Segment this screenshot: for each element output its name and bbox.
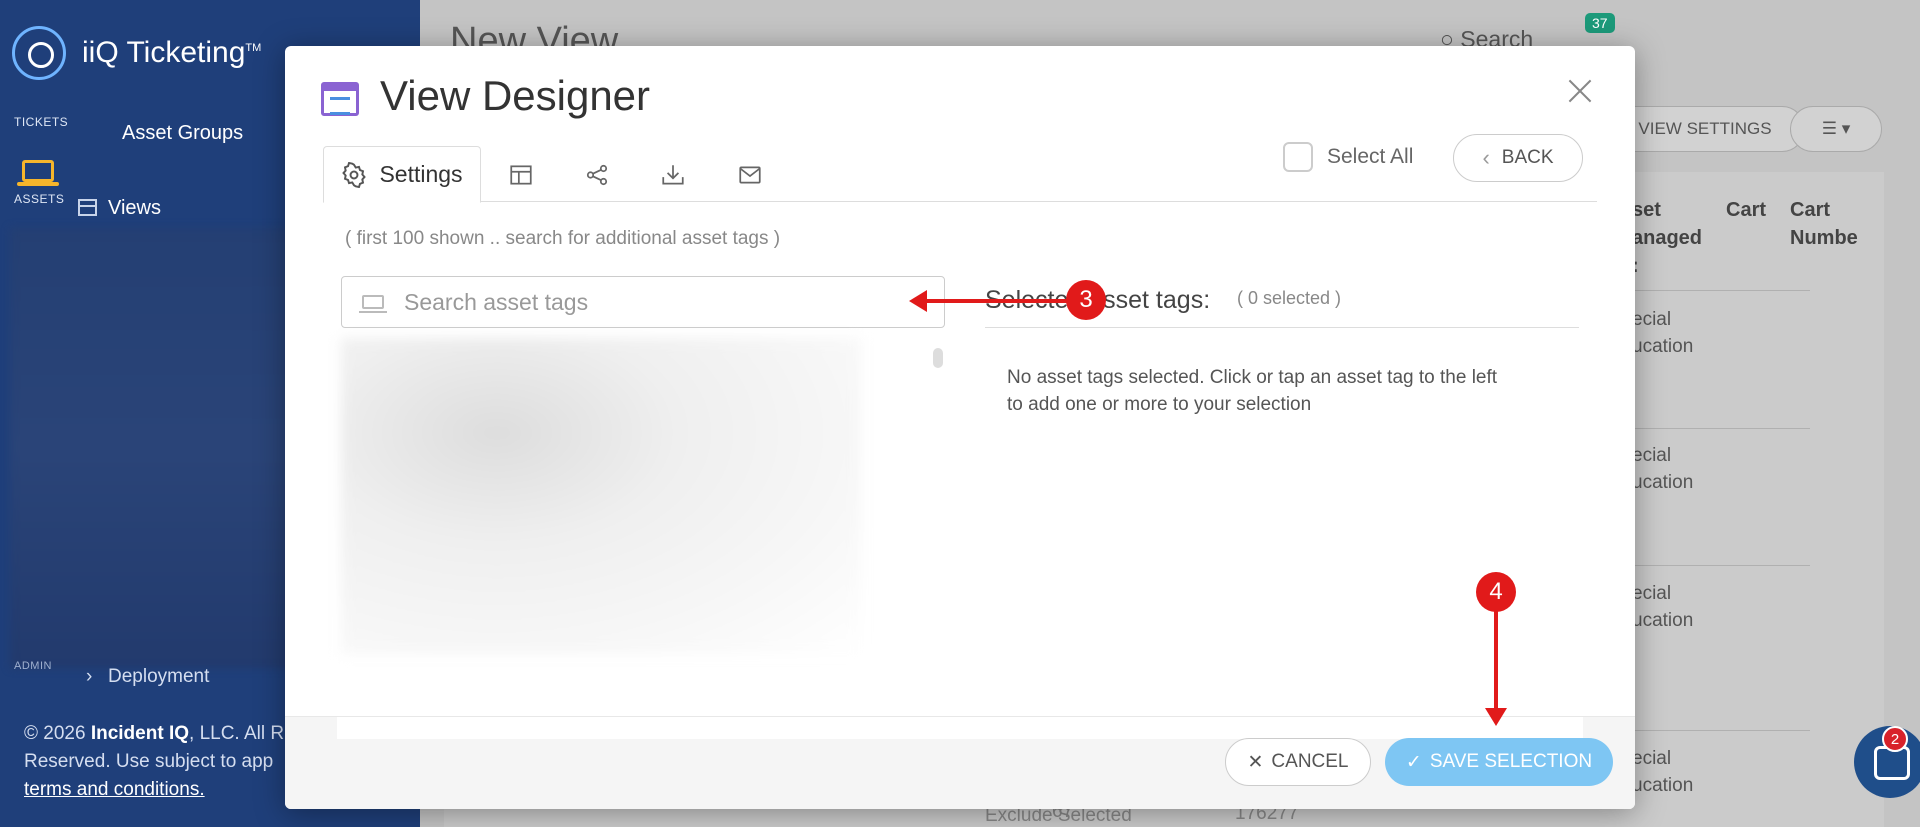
gear-icon	[342, 161, 367, 188]
rail-assets[interactable]: ASSETS	[14, 192, 64, 206]
column-header-cart-number[interactable]: Cart Numbe	[1790, 196, 1858, 252]
chevron-left-icon: ‹	[1482, 145, 1490, 170]
asset-tag-list[interactable]	[341, 338, 861, 654]
back-button[interactable]: ‹ BACK	[1453, 134, 1583, 182]
app-name: iiQ TicketingTM	[82, 36, 262, 69]
list-menu-icon[interactable]: ☰ ▾	[1790, 106, 1882, 152]
rail-admin[interactable]: ADMIN	[14, 660, 52, 672]
share-icon	[586, 164, 608, 185]
annotation-step-4: 4	[1476, 572, 1516, 612]
column-header-cart[interactable]: Cart	[1726, 196, 1766, 224]
table-cell: ecial ucation	[1632, 583, 1694, 631]
laptop-icon	[359, 295, 387, 313]
sidebar-item-deployment[interactable]: Deployment	[108, 666, 209, 688]
blurred-nav-content	[10, 228, 330, 668]
close-icon: ✕	[1247, 751, 1264, 773]
scrollbar[interactable]	[933, 348, 943, 368]
column-header-managed[interactable]: set anaged :	[1632, 196, 1702, 280]
view-designer-icon	[321, 82, 359, 116]
chat-unread-badge: 2	[1882, 726, 1908, 752]
tab-export[interactable]	[643, 146, 703, 203]
table-layout-icon	[510, 164, 532, 185]
annotation-arrow-left	[909, 290, 1075, 312]
table-cell: ecial ucation	[1632, 748, 1694, 796]
modal-title: View Designer	[380, 72, 651, 119]
cancel-button[interactable]: ✕ CANCEL	[1225, 738, 1371, 786]
sidebar-footer: © 2026 Incident IQ, LLC. All R Reserved.…	[24, 723, 285, 800]
download-icon	[662, 164, 684, 185]
chevron-right-icon: ›	[86, 666, 93, 687]
empty-selection-message: No asset tags selected. Click or tap an …	[1007, 367, 1498, 415]
annotation-arrow-down	[1485, 610, 1507, 726]
sidebar-item-views[interactable]: Views	[108, 197, 161, 220]
laptop-icon[interactable]	[17, 160, 59, 186]
search-hint: ( first 100 shown .. search for addition…	[345, 228, 781, 249]
iiq-logo-icon[interactable]	[12, 26, 66, 80]
tab-share[interactable]	[567, 146, 627, 203]
view-settings-button[interactable]: VIEW SETTINGS	[1605, 106, 1805, 152]
terms-link[interactable]: terms and conditions.	[24, 779, 205, 800]
checkbox[interactable]	[1283, 142, 1313, 172]
table-cell: ecial ucation	[1632, 309, 1694, 357]
table-icon	[78, 199, 97, 216]
close-icon[interactable]	[1565, 76, 1595, 106]
selected-count: ( 0 selected )	[1237, 288, 1342, 308]
tab-email[interactable]	[720, 146, 780, 203]
notification-badge: 37	[1585, 13, 1615, 33]
select-all-checkbox[interactable]: Select All	[1283, 142, 1413, 172]
sidebar-item-asset-groups[interactable]: Asset Groups	[122, 122, 243, 145]
tab-columns[interactable]	[491, 146, 551, 203]
search-input[interactable]	[404, 288, 924, 316]
email-icon	[739, 166, 761, 183]
check-icon: ✓	[1405, 751, 1422, 773]
save-selection-button[interactable]: ✓ SAVE SELECTION	[1385, 738, 1613, 786]
view-designer-modal: View Designer Settings Select All ‹ BACK …	[285, 46, 1635, 809]
rail-tickets[interactable]: TICKETS	[14, 115, 68, 129]
annotation-step-3: 3	[1066, 280, 1106, 320]
table-cell: ecial ucation	[1632, 445, 1694, 493]
tab-settings[interactable]: Settings	[323, 146, 481, 203]
asset-tag-search[interactable]	[341, 276, 945, 328]
